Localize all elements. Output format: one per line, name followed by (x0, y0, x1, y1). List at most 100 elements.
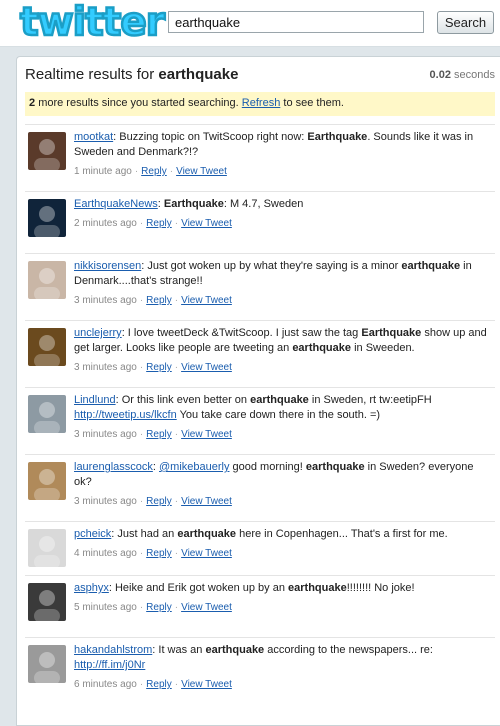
tweet-text: laurenglasscock: @mikebauerly good morni… (74, 461, 474, 488)
tweet-text: EarthquakeNews: Earthquake: M 4.7, Swede… (74, 198, 304, 210)
tweet-item: laurenglasscock: @mikebauerly good morni… (25, 454, 495, 522)
separator-dot: · (174, 218, 179, 229)
search-button[interactable]: Search (437, 11, 494, 34)
reply-link[interactable]: Reply (141, 166, 167, 177)
reply-link[interactable]: Reply (146, 548, 172, 559)
search-term-highlight: earthquake (401, 260, 461, 272)
results-time: 0.02 seconds (429, 69, 495, 81)
reply-link[interactable]: Reply (146, 602, 172, 613)
tweet-meta: 3 minutes ago · Reply · View Tweet (74, 494, 489, 509)
tweet-link[interactable]: http://tweetip.us/lkcfn (74, 409, 177, 421)
tweet-username-link[interactable]: asphyx (74, 582, 109, 594)
view-tweet-link[interactable]: View Tweet (181, 602, 232, 613)
refresh-link[interactable]: Refresh (242, 97, 281, 109)
avatar[interactable] (28, 529, 66, 567)
tweet-timestamp: 3 minutes ago (74, 295, 137, 306)
separator-dot: · (139, 548, 144, 559)
separator-dot: · (174, 548, 179, 559)
tweet-timestamp: 3 minutes ago (74, 429, 137, 440)
view-tweet-link[interactable]: View Tweet (176, 166, 227, 177)
view-tweet-link[interactable]: View Tweet (181, 218, 232, 229)
separator-dot: · (174, 429, 179, 440)
view-tweet-link[interactable]: View Tweet (181, 548, 232, 559)
avatar[interactable] (28, 462, 66, 500)
separator-dot: · (134, 166, 139, 177)
tweet-timestamp: 2 minutes ago (74, 218, 137, 229)
reply-link[interactable]: Reply (146, 218, 172, 229)
search-input[interactable] (168, 11, 424, 33)
tweet-body: asphyx: Heike and Erik got woken up by a… (74, 581, 489, 615)
top-bar: twitter Search (0, 0, 500, 47)
avatar[interactable] (28, 395, 66, 433)
tweet-body: pcheick: Just had an earthquake here in … (74, 527, 489, 561)
results-panel: Realtime results for earthquake 0.02 sec… (16, 56, 500, 726)
tweet-text: mootkat: Buzzing topic on TwitScoop righ… (74, 131, 474, 158)
tweet-text: nikkisorensen: Just got woken up by what… (74, 260, 472, 287)
view-tweet-link[interactable]: View Tweet (181, 429, 232, 440)
tweet-timestamp: 5 minutes ago (74, 602, 137, 613)
view-tweet-link[interactable]: View Tweet (181, 679, 232, 690)
avatar[interactable] (28, 328, 66, 366)
results-query: earthquake (158, 66, 239, 83)
separator-dot: · (139, 429, 144, 440)
results-header: Realtime results for earthquake 0.02 sec… (25, 66, 495, 88)
separator-dot: · (139, 679, 144, 690)
reply-link[interactable]: Reply (146, 679, 172, 690)
new-results-count: 2 (29, 97, 36, 109)
tweet-username-link[interactable]: pcheick (74, 528, 111, 540)
search-term-highlight: earthquake (177, 528, 237, 540)
view-tweet-link[interactable]: View Tweet (181, 362, 232, 373)
tweet-body: unclejerry: I love tweetDeck &TwitScoop.… (74, 326, 489, 375)
tweet-timestamp: 4 minutes ago (74, 548, 137, 559)
new-results-notice: 2 more results since you started searchi… (25, 92, 495, 116)
tweet-item: EarthquakeNews: Earthquake: M 4.7, Swede… (25, 191, 495, 254)
search-term-highlight: earthquake (288, 582, 347, 594)
view-tweet-link[interactable]: View Tweet (181, 295, 232, 306)
separator-dot: · (174, 602, 179, 613)
tweet-timestamp: 1 minute ago (74, 166, 132, 177)
separator-dot: · (139, 602, 144, 613)
reply-link[interactable]: Reply (146, 429, 172, 440)
tweet-meta: 1 minute ago · Reply · View Tweet (74, 164, 489, 179)
tweet-item: pcheick: Just had an earthquake here in … (25, 521, 495, 576)
tweet-item: asphyx: Heike and Erik got woken up by a… (25, 575, 495, 638)
separator-dot: · (174, 496, 179, 507)
view-tweet-link[interactable]: View Tweet (181, 496, 232, 507)
tweet-meta: 3 minutes ago · Reply · View Tweet (74, 427, 489, 442)
tweet-meta: 2 minutes ago · Reply · View Tweet (74, 216, 489, 231)
tweet-meta: 3 minutes ago · Reply · View Tweet (74, 360, 489, 375)
tweet-username-link[interactable]: EarthquakeNews (74, 198, 158, 210)
tweet-username-link[interactable]: laurenglasscock (74, 461, 153, 473)
twitter-logo[interactable]: twitter (19, 0, 167, 46)
tweet-username-link[interactable]: nikkisorensen (74, 260, 141, 272)
search-term-highlight: earthquake (305, 461, 365, 473)
tweet-text: hakandahlstrom: It was an earthquake acc… (74, 644, 433, 671)
reply-link[interactable]: Reply (146, 295, 172, 306)
reply-link[interactable]: Reply (146, 496, 172, 507)
tweet-text: Lindlund: Or this link even better on ea… (74, 394, 432, 421)
search-term-highlight: Earthquake (307, 131, 368, 143)
avatar[interactable] (28, 583, 66, 621)
tweet-username-link[interactable]: unclejerry (74, 327, 122, 339)
tweet-text: pcheick: Just had an earthquake here in … (74, 528, 448, 540)
search-term-highlight: Earthquake (361, 327, 422, 339)
avatar[interactable] (28, 132, 66, 170)
avatar[interactable] (28, 261, 66, 299)
separator-dot: · (139, 362, 144, 373)
tweet-body: nikkisorensen: Just got woken up by what… (74, 259, 489, 308)
tweet-link[interactable]: http://ff.im/j0Nr (74, 659, 145, 671)
tweet-item: nikkisorensen: Just got woken up by what… (25, 253, 495, 321)
reply-link[interactable]: Reply (146, 362, 172, 373)
tweet-text: asphyx: Heike and Erik got woken up by a… (74, 582, 415, 594)
search-term-highlight: Earthquake (163, 198, 224, 210)
results-title: Realtime results for earthquake (25, 66, 239, 83)
tweet-link[interactable]: @mikebauerly (159, 461, 229, 473)
search-term-highlight: earthquake (292, 342, 352, 354)
tweet-timestamp: 6 minutes ago (74, 679, 137, 690)
tweet-text: unclejerry: I love tweetDeck &TwitScoop.… (74, 327, 487, 354)
tweet-username-link[interactable]: mootkat (74, 131, 113, 143)
tweet-username-link[interactable]: Lindlund (74, 394, 116, 406)
avatar[interactable] (28, 645, 66, 683)
tweet-username-link[interactable]: hakandahlstrom (74, 644, 152, 656)
avatar[interactable] (28, 199, 66, 237)
